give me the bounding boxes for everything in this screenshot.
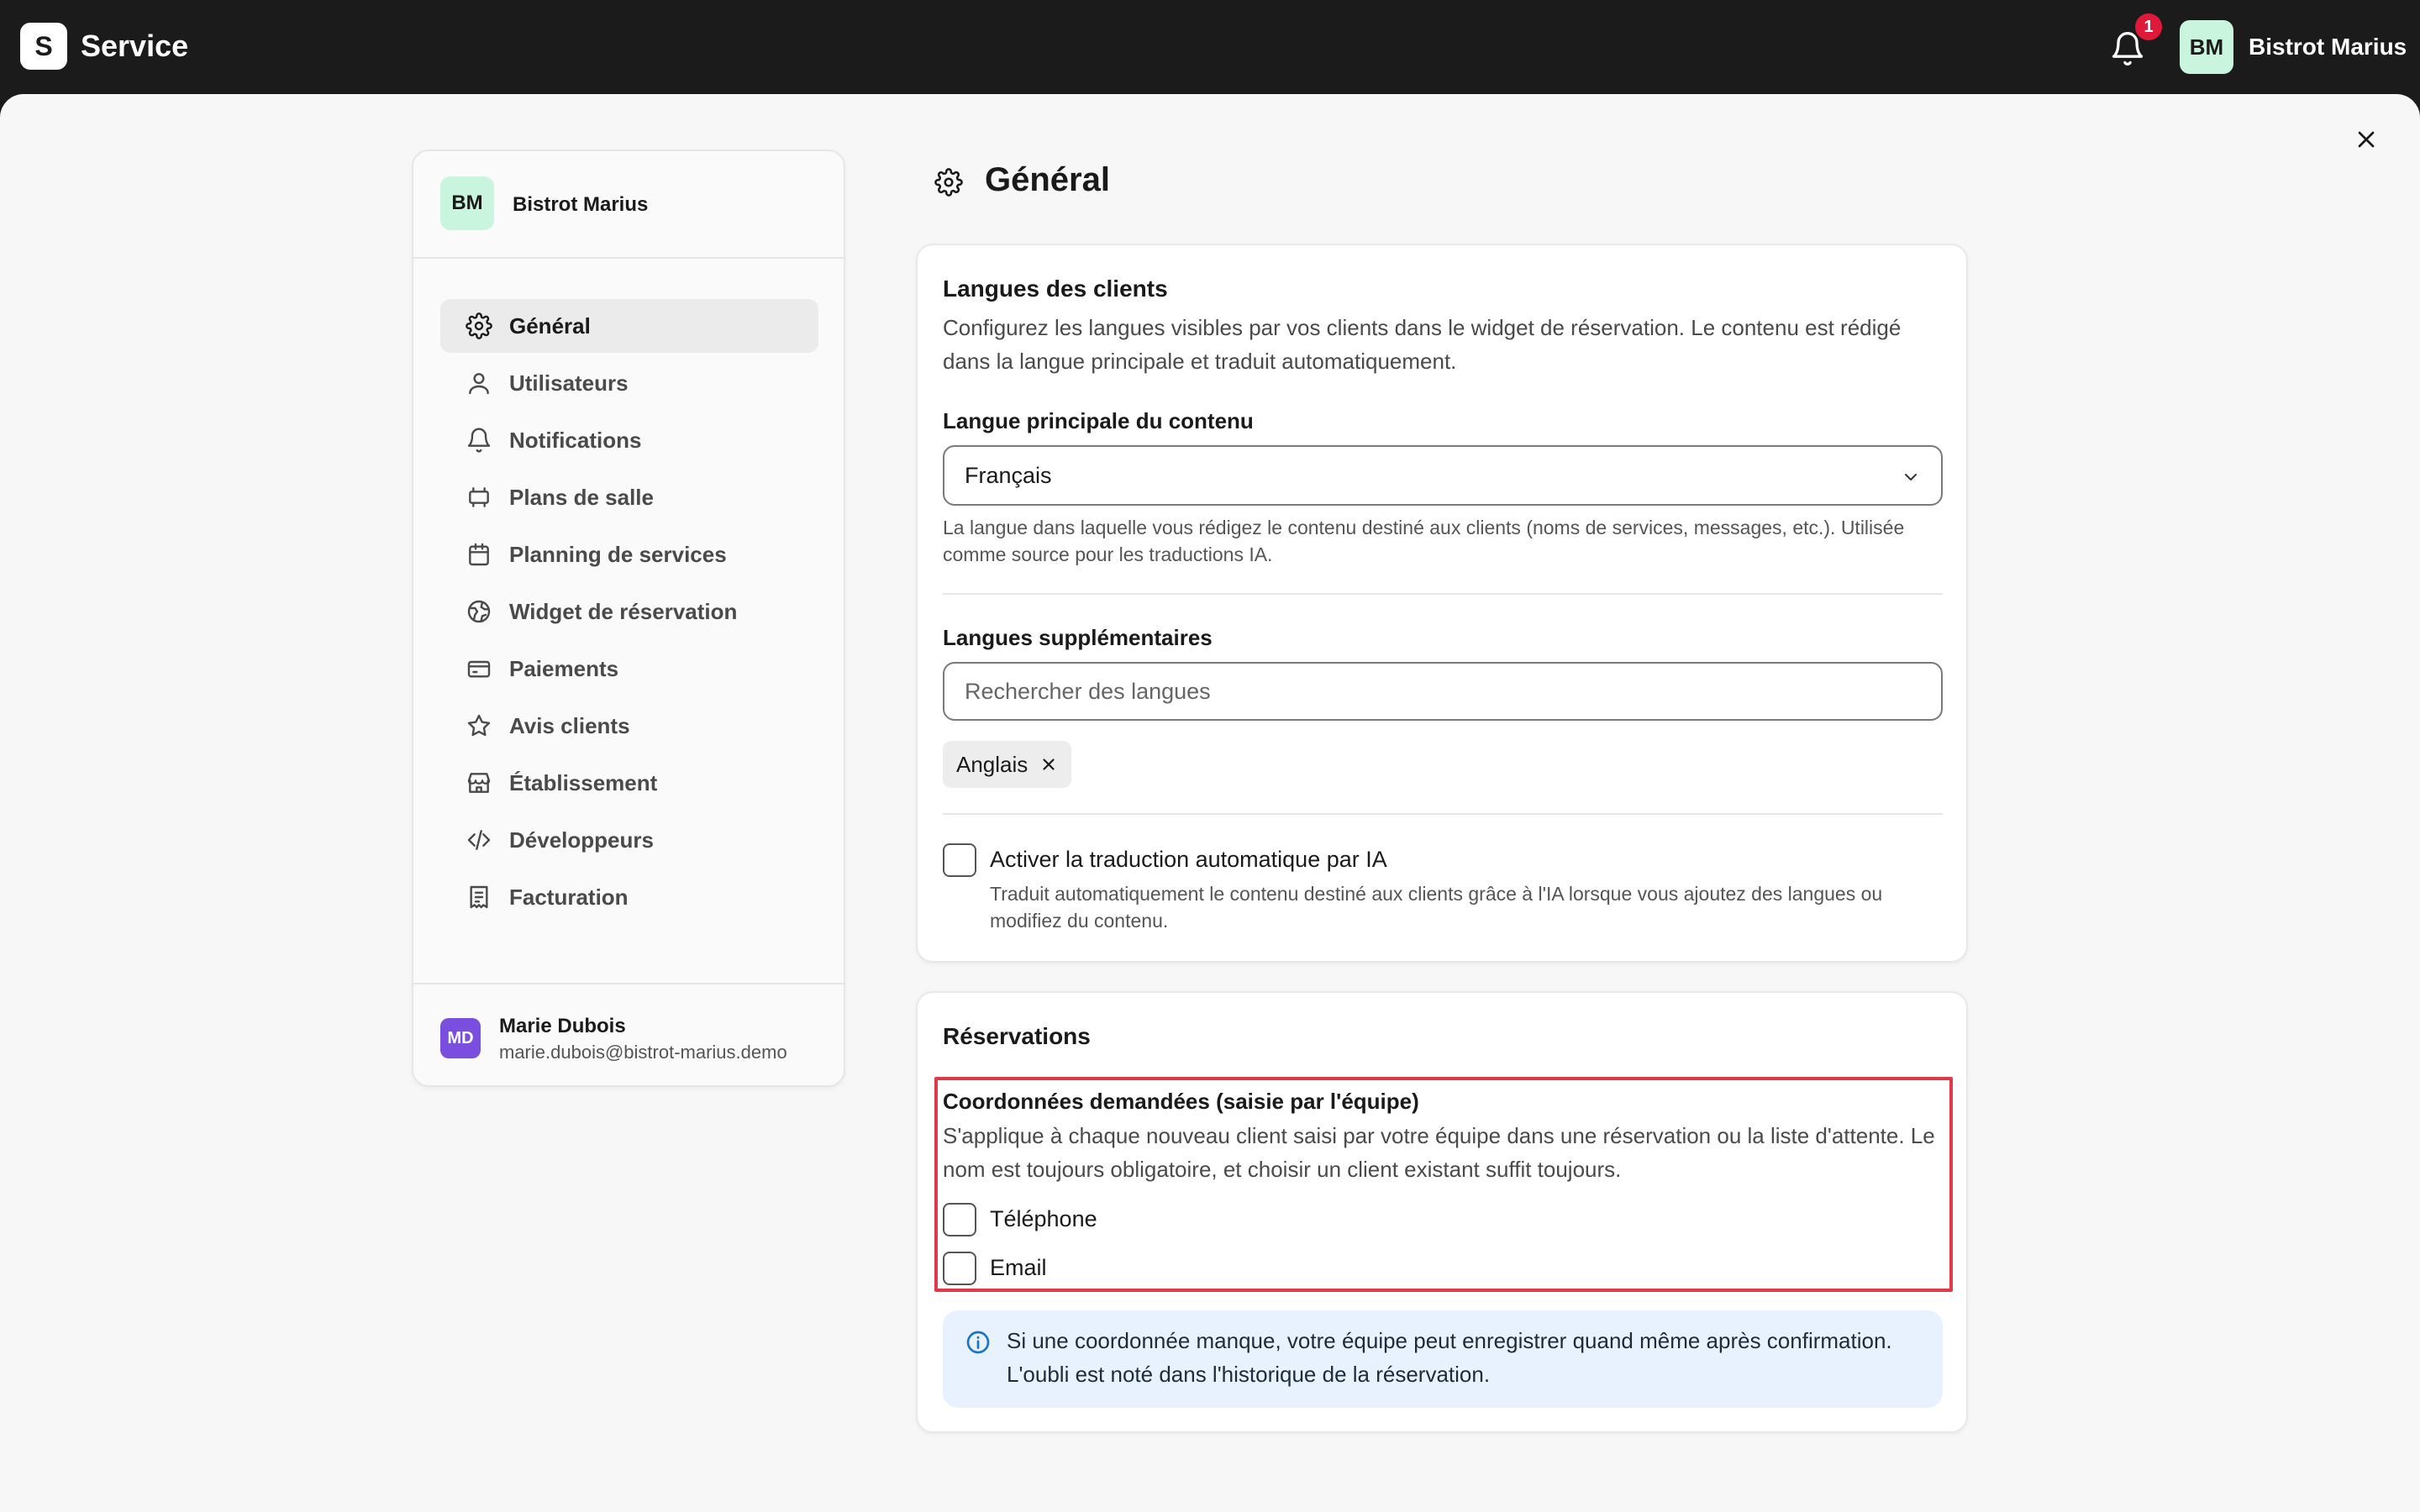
sidebar-item-service-planning[interactable]: Planning de services: [440, 528, 818, 581]
page-title: Général: [985, 161, 1110, 198]
store-icon: [467, 773, 491, 793]
bell-icon: [467, 428, 491, 453]
notification-badge: 1: [2135, 13, 2162, 40]
receipt-icon: [470, 885, 488, 909]
phone-checkbox[interactable]: [943, 1203, 976, 1236]
sidebar-item-notifications[interactable]: Notifications: [440, 413, 818, 467]
org-avatar: BM: [440, 176, 494, 230]
info-icon: [966, 1331, 990, 1354]
language-chip-english: Anglais: [943, 741, 1072, 788]
user-name: Marie Dubois: [499, 1015, 626, 1037]
sidebar-item-reviews[interactable]: Avis clients: [440, 699, 818, 753]
settings-sidebar: BM Bistrot Marius Général Utilisateurs N…: [412, 150, 845, 1087]
user-avatar: MD: [440, 1018, 481, 1058]
gear-icon: [466, 312, 492, 339]
sidebar-item-floor-plans[interactable]: Plans de salle: [440, 470, 818, 524]
primary-language-select[interactable]: Français: [943, 445, 1943, 506]
sidebar-item-label: Général: [509, 312, 591, 339]
info-text: Si une coordonnée manque, votre équipe p…: [1007, 1328, 1892, 1387]
gear-icon: [934, 168, 963, 197]
sidebar-item-label: Planning de services: [509, 541, 727, 567]
auto-translate-help: Traduit automatiquement le contenu desti…: [990, 883, 1883, 932]
close-icon[interactable]: [1039, 755, 1058, 774]
app-name: Service: [81, 29, 189, 63]
user-icon: [469, 373, 489, 395]
sidebar-item-payments[interactable]: Paiements: [440, 642, 818, 696]
settings-nav: Général Utilisateurs Notifications Plans…: [440, 299, 818, 927]
floorplan-icon: [469, 487, 489, 507]
org-name: Bistrot Marius: [513, 193, 649, 216]
calendar-icon: [469, 543, 489, 566]
sidebar-item-label: Widget de réservation: [509, 598, 738, 624]
reservations-card: Réservations Coordonnées demandées (sais…: [916, 991, 1968, 1433]
auto-translate-checkbox[interactable]: [943, 843, 976, 877]
divider: [943, 593, 1943, 595]
contact-fields-title: Coordonnées demandées (saisie par l'équi…: [943, 1089, 1419, 1114]
sidebar-item-developers[interactable]: Développeurs: [440, 813, 818, 867]
primary-language-label: Langue principale du contenu: [943, 408, 1254, 433]
sidebar-item-label: Paiements: [509, 655, 619, 681]
sidebar-item-booking-widget[interactable]: Widget de réservation: [440, 585, 818, 638]
phone-label[interactable]: Téléphone: [990, 1206, 1097, 1232]
language-search-input[interactable]: Rechercher des langues: [943, 662, 1943, 721]
info-callout: Si une coordonnée manque, votre équipe p…: [943, 1310, 1943, 1408]
chevron-down-icon: [1905, 474, 1917, 480]
sidebar-item-billing[interactable]: Facturation: [440, 870, 818, 924]
search-placeholder: Rechercher des langues: [965, 678, 1211, 704]
star-icon: [467, 714, 491, 737]
sidebar-item-label: Facturation: [509, 884, 629, 910]
reservations-title: Réservations: [943, 1023, 1091, 1049]
primary-language-value: Français: [965, 462, 1052, 488]
chip-label: Anglais: [956, 751, 1028, 777]
sidebar-user[interactable]: MD Marie Dubois marie.dubois@bistrot-mar…: [413, 983, 844, 1087]
close-icon[interactable]: [2353, 126, 2380, 153]
email-checkbox[interactable]: [943, 1252, 976, 1285]
sidebar-item-general[interactable]: Général: [440, 299, 818, 353]
contact-fields-description: S'applique à chaque nouveau client saisi…: [943, 1123, 1935, 1182]
languages-title: Langues des clients: [943, 276, 1168, 302]
code-icon: [467, 830, 491, 850]
sidebar-item-label: Plans de salle: [509, 484, 654, 510]
sidebar-item-label: Notifications: [509, 427, 642, 453]
auto-translate-label[interactable]: Activer la traduction automatique par IA: [990, 847, 1387, 873]
divider: [943, 813, 1943, 815]
sidebar-item-users[interactable]: Utilisateurs: [440, 356, 818, 410]
globe-icon: [467, 600, 491, 623]
sidebar-item-label: Utilisateurs: [509, 370, 629, 396]
app-logo[interactable]: S: [20, 23, 67, 70]
email-label[interactable]: Email: [990, 1255, 1047, 1281]
sidebar-header: BM Bistrot Marius: [413, 151, 844, 259]
sidebar-item-label: Développeurs: [509, 827, 654, 853]
user-email: marie.dubois@bistrot-marius.demo: [499, 1042, 787, 1063]
account-avatar[interactable]: BM: [2180, 20, 2233, 74]
sidebar-item-label: Établissement: [509, 769, 658, 795]
sidebar-item-establishment[interactable]: Établissement: [440, 756, 818, 810]
languages-description: Configurez les langues visibles par vos …: [943, 315, 1902, 374]
languages-card: Langues des clients Configurez les langu…: [916, 244, 1968, 963]
account-name[interactable]: Bistrot Marius: [2249, 34, 2407, 60]
credit-card-icon: [467, 660, 491, 678]
top-bar: S Service 1 BM Bistrot Marius: [0, 0, 2420, 94]
primary-language-help: La langue dans laquelle vous rédigez le …: [943, 517, 1905, 565]
sidebar-item-label: Avis clients: [509, 712, 630, 738]
extra-languages-label: Langues supplémentaires: [943, 625, 1213, 650]
